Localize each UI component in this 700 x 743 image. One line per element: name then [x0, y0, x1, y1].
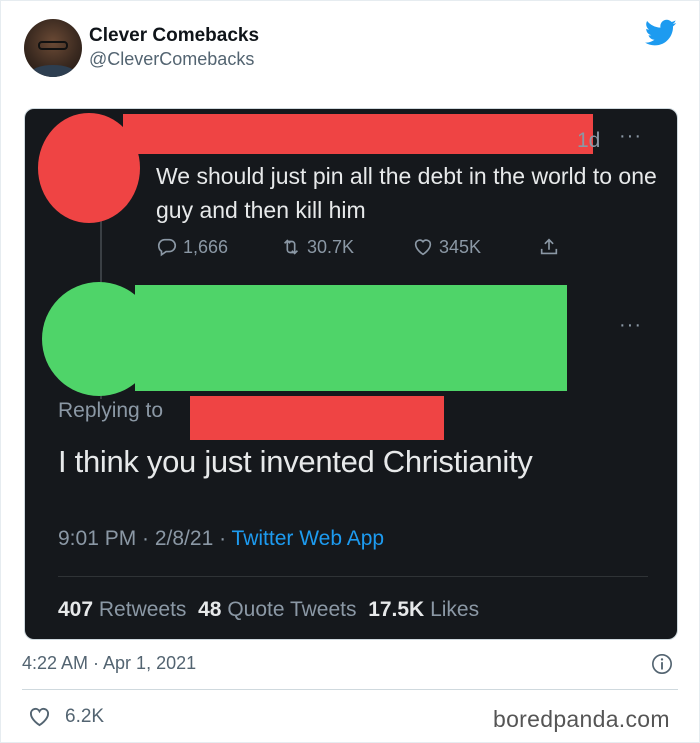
author-handle[interactable]: @CleverComebacks — [89, 49, 254, 70]
tweet1-like: 345K — [412, 236, 481, 258]
stats-divider — [58, 576, 648, 577]
quote-tweets-label: Quote Tweets — [227, 598, 357, 621]
heart-icon — [414, 239, 432, 256]
avatar-glasses — [38, 41, 68, 50]
info-icon[interactable] — [651, 653, 673, 675]
tweet2-stats: 407 Retweets 48 Quote Tweets 17.5K Likes — [58, 598, 479, 622]
likes-count: 17.5K — [368, 598, 425, 621]
redacted-reply-handle — [190, 396, 444, 440]
embed-like-count[interactable]: 6.2K — [65, 706, 104, 728]
tweet2-time: 9:01 PM · 2/8/21 · — [58, 527, 232, 550]
tweet-screenshot: 1d ··· We should just pin all the debt i… — [24, 108, 678, 640]
tweet1-like-count: 345K — [439, 236, 482, 257]
redacted-name-red — [123, 114, 593, 154]
quote-tweets-count: 48 — [198, 598, 222, 621]
tweet2-source-app: Twitter Web App — [231, 527, 385, 550]
retweets-count: 407 — [58, 598, 94, 621]
tweet1-text: We should just pin all the debt in the w… — [156, 163, 657, 223]
boredpanda-watermark: boredpanda.com — [493, 706, 670, 732]
tweet2-metadata: 9:01 PM · 2/8/21 · Twitter Web App — [58, 527, 384, 551]
tweet1-share — [538, 236, 560, 258]
tweet2-text: I think you just invented Christianity — [58, 444, 533, 479]
twitter-bird-icon[interactable] — [645, 19, 677, 47]
retweets-label: Retweets — [98, 598, 187, 621]
embed-timestamp[interactable]: 4:22 AM · Apr 1, 2021 — [22, 653, 196, 674]
embedded-tweet-card: Clever Comebacks @CleverComebacks 1d ···… — [0, 0, 700, 743]
footer-divider — [22, 689, 678, 690]
redacted-name-green — [135, 285, 567, 391]
author-name[interactable]: Clever Comebacks — [89, 25, 259, 47]
reply-icon — [157, 238, 177, 257]
author-avatar[interactable] — [24, 19, 82, 77]
tweet1-actions: 1,666 30.7K 345K — [156, 236, 576, 266]
tweet1-reply: 1,666 — [156, 236, 228, 258]
tweet1-reply-count: 1,666 — [183, 236, 229, 257]
tweet1-time: 1d — [577, 129, 601, 152]
likes-label: Likes — [430, 598, 480, 621]
heart-icon[interactable] — [28, 706, 51, 727]
retweet-icon — [283, 239, 299, 255]
tweet2-more-icon: ··· — [619, 314, 642, 336]
share-icon — [540, 238, 558, 255]
avatar-shirt — [30, 65, 76, 77]
tweet1-retweet-count: 30.7K — [307, 236, 355, 257]
tweet1-more-icon: ··· — [619, 125, 642, 147]
replying-to-label: Replying to — [58, 399, 164, 422]
tweet1-retweet: 30.7K — [280, 236, 354, 258]
